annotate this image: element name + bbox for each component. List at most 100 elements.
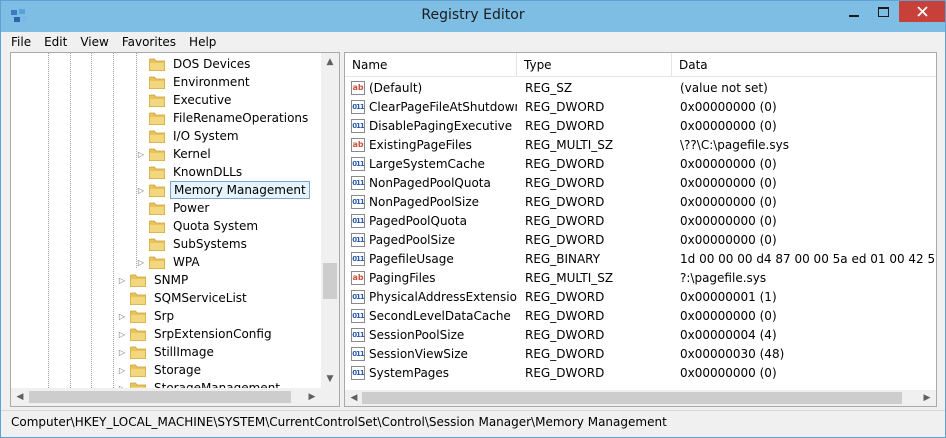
value-row[interactable]: ab PagingFiles REG_MULTI_SZ ?:\pagefile.sys [345, 269, 936, 288]
list-horizontal-scrollbar[interactable]: ◀ ▶ [345, 390, 936, 406]
binary-value-icon: 011 [351, 328, 365, 342]
value-row[interactable]: 011 NonPagedPoolQuota REG_DWORD 0x00000000 … [345, 174, 936, 193]
string-value-icon: ab [351, 138, 365, 152]
key-tree-pane[interactable]: DOS Devices Environment Executive FileRenam… [10, 52, 340, 407]
menu-file[interactable]: File [11, 35, 31, 49]
expand-arrow-icon[interactable]: ▷ [136, 186, 146, 195]
expand-arrow-icon[interactable]: ▷ [136, 150, 146, 159]
minimize-button[interactable] [840, 1, 868, 22]
menu-favorites[interactable]: Favorites [122, 35, 176, 49]
scroll-right-icon[interactable]: ▶ [918, 389, 936, 406]
tree-item[interactable]: ▷ SNMP [117, 271, 191, 289]
tree-item-label: Kernel [173, 147, 211, 161]
value-row[interactable]: 011 PagefileUsage REG_BINARY 1d 00 00 00 d4… [345, 250, 936, 269]
menu-help[interactable]: Help [189, 35, 216, 49]
expand-arrow-icon[interactable]: ▷ [117, 348, 127, 357]
scroll-left-icon[interactable]: ◀ [11, 388, 29, 406]
tree-horizontal-scrollbar[interactable]: ◀ ▶ [11, 388, 321, 406]
folder-icon [148, 184, 166, 197]
tree-item[interactable]: SQMServiceList [117, 289, 250, 307]
value-row[interactable]: 011 PagedPoolSize REG_DWORD 0x00000000 (0) [345, 231, 936, 250]
expand-arrow-icon[interactable]: ▷ [117, 366, 127, 375]
folder-icon [148, 202, 166, 215]
tree-item[interactable]: SubSystems [136, 235, 250, 253]
tree-item[interactable]: ▷ SrpExtensionConfig [117, 325, 275, 343]
folder-icon [148, 58, 166, 71]
maximize-button[interactable] [869, 1, 897, 22]
tree-horizontal-scroll-thumb[interactable] [29, 391, 291, 403]
tree-vertical-scroll-thumb[interactable] [323, 263, 337, 299]
tree-guide-line [91, 53, 92, 388]
values-list-pane[interactable]: Name Type Data ab (Default) REG_SZ (value n… [344, 52, 937, 407]
folder-icon [129, 292, 147, 305]
expand-arrow-icon[interactable]: ▷ [117, 276, 127, 285]
scroll-down-icon[interactable]: ▼ [321, 370, 339, 388]
value-type-cell: REG_DWORD [525, 119, 605, 133]
close-button[interactable] [899, 1, 945, 22]
tree-item[interactable]: I/O System [136, 127, 242, 145]
tree-item-label: Memory Management [170, 181, 310, 199]
tree-item-label: Srp [154, 309, 175, 323]
tree-item[interactable]: ▷ StillImage [117, 343, 217, 361]
value-row[interactable]: ab (Default) REG_SZ (value not set) [345, 79, 936, 98]
column-header-name[interactable]: Name [345, 53, 517, 77]
value-row[interactable]: 011 PhysicalAddressExtension REG_DWORD 0x00… [345, 288, 936, 307]
value-row[interactable]: 011 NonPagedPoolSize REG_DWORD 0x00000000 (… [345, 193, 936, 212]
folder-icon [148, 76, 166, 89]
tree-item[interactable]: Power [136, 199, 212, 217]
tree-item[interactable]: DOS Devices [136, 55, 253, 73]
tree-item[interactable]: Executive [136, 91, 234, 109]
tree-item[interactable]: ▷ Srp [117, 307, 177, 325]
value-row[interactable]: 011 SecondLevelDataCache REG_DWORD 0x000000… [345, 307, 936, 326]
value-type-cell: REG_BINARY [525, 252, 601, 266]
value-type-cell: REG_MULTI_SZ [525, 271, 614, 285]
value-row[interactable]: 011 SystemPages REG_DWORD 0x00000000 (0) [345, 364, 936, 383]
list-horizontal-scroll-thumb[interactable] [362, 392, 902, 404]
value-row[interactable]: 011 PagedPoolQuota REG_DWORD 0x00000000 (0) [345, 212, 936, 231]
value-name-cell: SecondLevelDataCache [369, 309, 511, 323]
scroll-right-icon[interactable]: ▶ [303, 388, 321, 406]
binary-value-icon: 011 [351, 157, 365, 171]
tree-item[interactable]: ▷ WPA [136, 253, 203, 271]
binary-value-icon: 011 [351, 290, 365, 304]
value-row[interactable]: 011 DisablePagingExecutive REG_DWORD 0x0000… [345, 117, 936, 136]
column-header-data[interactable]: Data [672, 53, 936, 77]
value-row[interactable]: 011 SessionViewSize REG_DWORD 0x00000030 (4… [345, 345, 936, 364]
expand-arrow-icon[interactable]: ▷ [136, 258, 146, 267]
value-row[interactable]: 011 LargeSystemCache REG_DWORD 0x00000000 (… [345, 155, 936, 174]
scroll-up-icon[interactable]: ▲ [321, 53, 339, 71]
tree-item-label: FileRenameOperations [173, 111, 309, 125]
tree-item[interactable]: KnownDLLs [136, 163, 245, 181]
menu-edit[interactable]: Edit [44, 35, 67, 49]
folder-icon [148, 166, 166, 179]
scrollbar-corner [321, 388, 339, 406]
tree-guide-line [70, 53, 71, 388]
tree-item[interactable]: FileRenameOperations [136, 109, 311, 127]
folder-icon [148, 148, 166, 161]
value-name-cell: PhysicalAddressExtension [369, 290, 517, 304]
expand-arrow-icon[interactable]: ▷ [117, 330, 127, 339]
tree-item[interactable]: ▷ Storage [117, 361, 204, 379]
value-row[interactable]: 011 SessionPoolSize REG_DWORD 0x00000004 (4… [345, 326, 936, 345]
value-row[interactable]: ab ExistingPageFiles REG_MULTI_SZ \??\C:\pa… [345, 136, 936, 155]
value-row[interactable]: 011 ClearPageFileAtShutdown REG_DWORD 0x000… [345, 98, 936, 117]
tree-vertical-scrollbar[interactable]: ▲ ▼ [321, 53, 339, 388]
folder-icon [148, 238, 166, 251]
column-header-type[interactable]: Type [517, 53, 672, 77]
tree-item[interactable]: Quota System [136, 217, 261, 235]
tree-item-label: Quota System [173, 219, 259, 233]
tree-guide-line [113, 53, 114, 388]
tree-item-label: SQMServiceList [154, 291, 247, 305]
value-name-cell: DisablePagingExecutive [369, 119, 513, 133]
value-name-cell: SessionPoolSize [369, 328, 465, 342]
list-header: Name Type Data [345, 53, 936, 77]
tree-item[interactable]: ▷ Kernel [136, 145, 214, 163]
title-bar[interactable]: Registry Editor [1, 1, 945, 32]
menu-view[interactable]: View [80, 35, 108, 49]
tree-item[interactable]: Environment [136, 73, 253, 91]
tree-guide-line [48, 53, 49, 388]
folder-icon [129, 346, 147, 359]
scroll-left-icon[interactable]: ◀ [345, 389, 363, 406]
expand-arrow-icon[interactable]: ▷ [117, 312, 127, 321]
tree-item[interactable]: ▷ Memory Management [136, 181, 310, 199]
